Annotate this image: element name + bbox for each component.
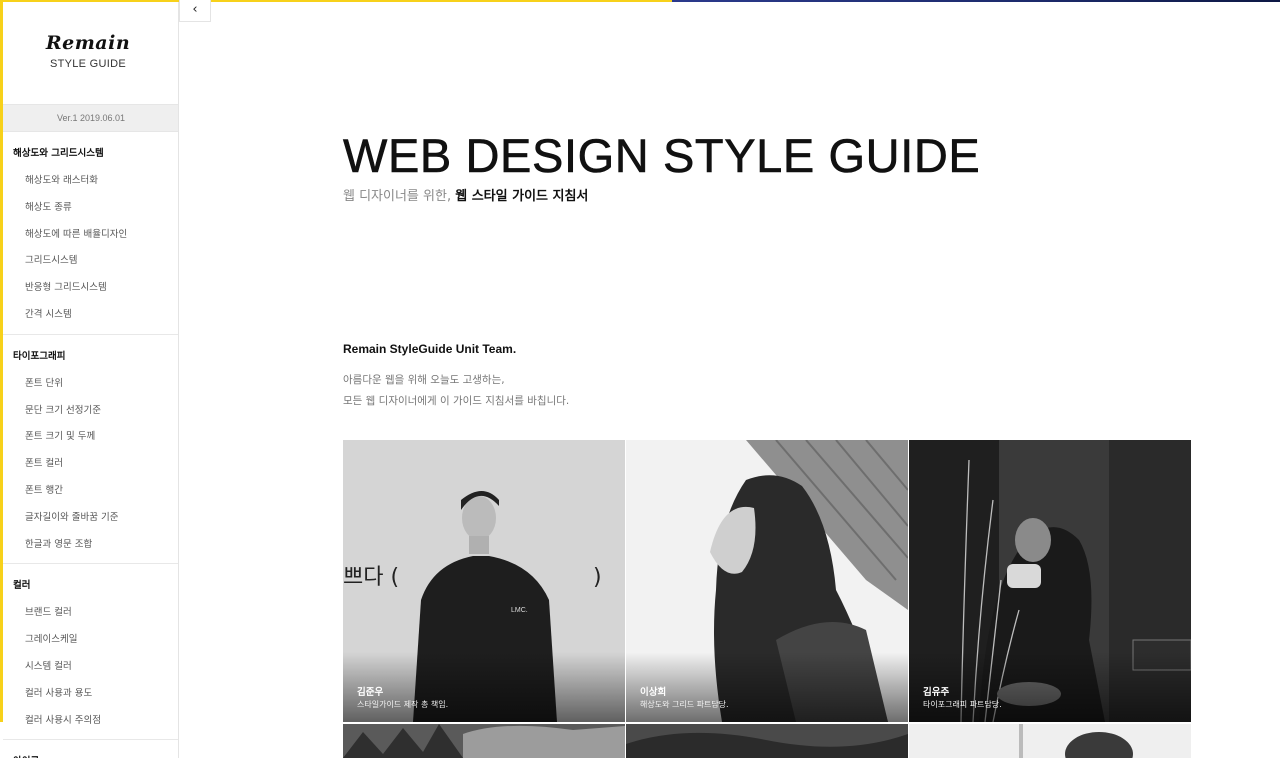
nav-item[interactable]: 컬러 사용과 용도 (3, 681, 178, 708)
chevron-left-icon: ‹ (192, 2, 198, 17)
team-grid: 쁘다 ( ) LMC. 김준우 스타일가이드 제작 총 책임. 이상희 해상도와… (343, 440, 1191, 758)
nav-item[interactable]: 컬러 사용시 주의점 (3, 708, 178, 735)
team-card-partial[interactable] (343, 724, 625, 758)
team-photo (626, 724, 908, 758)
nav-item[interactable]: 폰트 행간 (3, 478, 178, 505)
wall-text: 쁘다 ( (343, 565, 399, 590)
team-card-partial[interactable] (626, 724, 908, 758)
team-description: 아름다운 웹을 위해 오늘도 고생하는, 모든 웹 디자이너에게 이 가이드 지… (343, 370, 569, 412)
nav-item[interactable]: 간격 시스템 (3, 302, 178, 329)
team-card[interactable]: 쁘다 ( ) LMC. 김준우 스타일가이드 제작 총 책임. (343, 440, 625, 722)
sidebar-nav: 해상도와 그리드시스템 해상도와 래스터화 해상도 종류 해상도에 따른 배율디… (3, 140, 178, 758)
nav-group-resolution: 해상도와 그리드시스템 해상도와 래스터화 해상도 종류 해상도에 따른 배율디… (3, 140, 178, 335)
member-role: 타이포그래피 파트담당. (923, 700, 1002, 709)
nav-item[interactable]: 한글과 영문 조합 (3, 532, 178, 559)
card-shade (626, 652, 908, 722)
member-name: 이상희 (640, 687, 667, 698)
logo[interactable]: Remain (3, 32, 173, 54)
shirt-text: LMC. (511, 607, 528, 614)
nav-item[interactable]: 폰트 크기 및 두께 (3, 424, 178, 451)
wall-paren: ) (593, 565, 602, 590)
nav-group-typography: 타이포그래피 폰트 단위 문단 크기 선정기준 폰트 크기 및 두께 폰트 컬러… (3, 343, 178, 565)
sidebar: Remain STYLE GUIDE Ver.1 2019.06.01 해상도와… (3, 2, 179, 758)
nav-item[interactable]: 브랜드 컬러 (3, 600, 178, 627)
nav-heading-resolution[interactable]: 해상도와 그리드시스템 (3, 140, 178, 168)
version-label: Ver.1 2019.06.01 (3, 104, 178, 132)
nav-item[interactable]: 그레이스케일 (3, 627, 178, 654)
team-desc-line: 모든 웹 디자이너에게 이 가이드 지침서를 바칩니다. (343, 395, 570, 407)
card-shade (343, 652, 625, 722)
nav-group-icon: 아이콘 (3, 748, 178, 758)
team-desc-line: 아름다운 웹을 위해 오늘도 고생하는, (343, 374, 505, 386)
member-name: 김유주 (923, 687, 950, 698)
subtitle-light: 웹 디자이너를 위한, (343, 189, 452, 204)
top-accent-bar-dark (672, 0, 1280, 2)
card-shade (909, 652, 1191, 722)
sidebar-collapse-button[interactable]: ‹ (179, 0, 211, 22)
nav-item[interactable]: 폰트 단위 (3, 371, 178, 398)
logo-subtitle: STYLE GUIDE (49, 58, 127, 70)
nav-heading-color[interactable]: 컬러 (3, 572, 178, 600)
nav-item[interactable]: 해상도 종류 (3, 195, 178, 222)
nav-group-color: 컬러 브랜드 컬러 그레이스케일 시스템 컬러 컬러 사용과 용도 컬러 사용시… (3, 572, 178, 741)
nav-item[interactable]: 문단 크기 선정기준 (3, 398, 178, 425)
team-photo (909, 724, 1191, 758)
member-role: 스타일가이드 제작 총 책임. (357, 700, 449, 709)
team-photo (343, 724, 625, 758)
nav-item[interactable]: 폰트 컬러 (3, 451, 178, 478)
member-role: 해상도와 그리드 파트담당. (640, 700, 729, 709)
nav-item[interactable]: 그리드시스템 (3, 248, 178, 275)
nav-item[interactable]: 반응형 그리드시스템 (3, 275, 178, 302)
nav-item[interactable]: 글자길이와 줄바꿈 기준 (3, 505, 178, 532)
nav-item[interactable]: 해상도에 따른 배율디자인 (3, 222, 178, 249)
team-card[interactable]: 이상희 해상도와 그리드 파트담당. (626, 440, 908, 722)
team-card[interactable]: 김유주 타이포그래피 파트담당. (909, 440, 1191, 722)
nav-heading-icon[interactable]: 아이콘 (3, 748, 178, 758)
subtitle-bold: 웹 스타일 가이드 지침서 (455, 189, 589, 204)
member-name: 김준우 (357, 687, 384, 698)
page-title: WEB DESIGN STYLE GUIDE (343, 129, 981, 183)
nav-heading-typography[interactable]: 타이포그래피 (3, 343, 178, 371)
team-title: Remain StyleGuide Unit Team. (343, 342, 517, 356)
page-subtitle: 웹 디자이너를 위한, 웹 스타일 가이드 지침서 (343, 185, 588, 204)
team-card-partial[interactable] (909, 724, 1191, 758)
nav-item[interactable]: 시스템 컬러 (3, 654, 178, 681)
nav-item[interactable]: 해상도와 래스터화 (3, 168, 178, 195)
